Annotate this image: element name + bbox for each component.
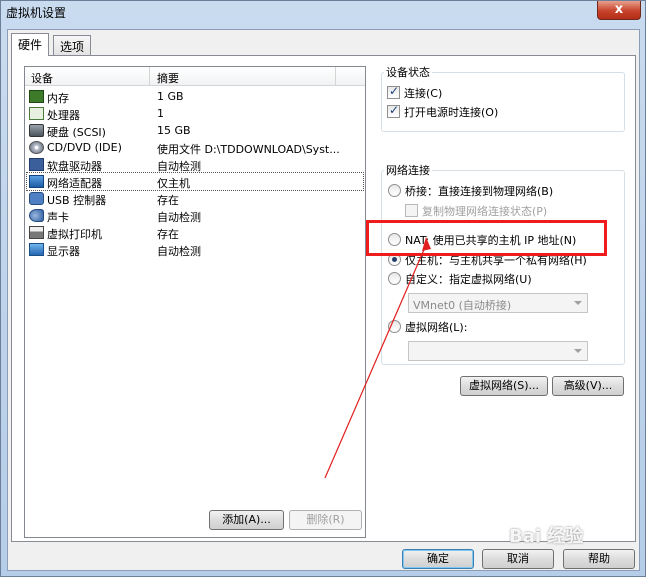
device-name: USB 控制器: [47, 194, 107, 207]
printer-icon: [29, 226, 44, 239]
custom-network-value: VMnet0 (自动桥接): [413, 299, 512, 312]
device-list-header: 设备 摘要: [25, 67, 365, 86]
column-header-device[interactable]: 设备: [31, 70, 53, 86]
device-name: 显示器: [47, 245, 80, 258]
add-device-button[interactable]: 添加(A)...: [209, 510, 284, 530]
close-icon: x: [614, 2, 624, 17]
device-summary: 自动检测: [157, 160, 201, 173]
device-summary: 1: [157, 107, 164, 120]
replicate-state-checkbox[interactable]: [405, 204, 418, 217]
network-connection-title: 网络连接: [384, 162, 432, 178]
display-icon: [29, 243, 44, 256]
dialog-body: 硬件 选项 设备 摘要 内存 1 GB 处理器 1 硬盘 (SCSI) 15 G…: [7, 29, 640, 571]
device-summary: 15 GB: [157, 124, 191, 137]
device-name: 内存: [47, 92, 69, 105]
device-row-printer[interactable]: 虚拟打印机 存在: [27, 224, 363, 241]
hard-disk-icon: [29, 124, 44, 137]
column-header-summary[interactable]: 摘要: [157, 70, 179, 86]
chevron-down-icon: [574, 349, 582, 353]
memory-icon: [29, 90, 44, 103]
device-row-cd-dvd[interactable]: CD/DVD (IDE) 使用文件 D:\TDDOWNLOAD\Syst...: [27, 139, 363, 156]
device-summary: 存在: [157, 228, 179, 241]
close-button[interactable]: x: [597, 1, 641, 20]
device-row-memory[interactable]: 内存 1 GB: [27, 88, 363, 105]
device-summary: 仅主机: [157, 177, 190, 190]
device-row-floppy[interactable]: 软盘驱动器 自动检测: [27, 156, 363, 173]
device-summary: 1 GB: [157, 90, 184, 103]
usb-icon: [29, 192, 44, 205]
connect-at-power-on-checkbox[interactable]: [387, 103, 400, 118]
device-summary: 自动检测: [157, 245, 201, 258]
device-name: 软盘驱动器: [47, 160, 102, 173]
device-list[interactable]: 设备 摘要 内存 1 GB 处理器 1 硬盘 (SCSI) 15 GB CD/D…: [24, 66, 366, 538]
connected-checkbox[interactable]: [387, 84, 400, 99]
device-name: 硬盘 (SCSI): [47, 126, 106, 139]
hardware-panel: 设备 摘要 内存 1 GB 处理器 1 硬盘 (SCSI) 15 GB CD/D…: [11, 55, 636, 542]
floppy-icon: [29, 158, 44, 171]
device-name: 处理器: [47, 109, 80, 122]
bridged-radio[interactable]: [388, 184, 401, 197]
ok-button[interactable]: 确定: [402, 549, 474, 569]
network-connection-group: 网络连接 桥接：直接连接到物理网络(B) 复制物理网络连接状态(P) NAT: …: [381, 162, 625, 365]
device-summary: 使用文件 D:\TDDOWNLOAD\Syst...: [157, 143, 340, 156]
processor-icon: [29, 107, 44, 120]
device-summary: 自动检测: [157, 211, 201, 224]
lan-segment-label[interactable]: 虚拟网络(L):: [405, 319, 467, 335]
tab-hardware[interactable]: 硬件: [11, 33, 50, 56]
device-row-processor[interactable]: 处理器 1: [27, 105, 363, 122]
custom-network-select[interactable]: VMnet0 (自动桥接): [408, 293, 588, 313]
device-name: 网络适配器: [47, 177, 102, 190]
chevron-down-icon: [574, 301, 582, 305]
lan-segment-radio[interactable]: [388, 320, 401, 333]
column-divider[interactable]: [149, 67, 150, 86]
device-name: 声卡: [47, 211, 69, 224]
device-row-hard-disk[interactable]: 硬盘 (SCSI) 15 GB: [27, 122, 363, 139]
device-row-sound-card[interactable]: 声卡 自动检测: [27, 207, 363, 224]
connected-label[interactable]: 连接(C): [404, 85, 442, 101]
lan-segment-select[interactable]: [408, 341, 588, 361]
device-row-network-adapter[interactable]: 网络适配器 仅主机: [26, 172, 364, 191]
virtual-network-button[interactable]: 虚拟网络(S)...: [460, 376, 548, 396]
device-summary: 存在: [157, 194, 179, 207]
tab-options[interactable]: 选项: [53, 35, 92, 55]
device-row-usb[interactable]: USB 控制器 存在: [27, 190, 363, 207]
device-status-title: 设备状态: [384, 64, 432, 80]
connect-at-power-on-label[interactable]: 打开电源时连接(O): [404, 104, 498, 120]
replicate-state-label[interactable]: 复制物理网络连接状态(P): [422, 203, 547, 219]
advanced-button[interactable]: 高级(V)...: [552, 376, 624, 396]
bridged-label[interactable]: 桥接：直接连接到物理网络(B): [405, 183, 553, 199]
remove-device-button[interactable]: 删除(R): [289, 510, 362, 530]
cancel-button[interactable]: 取消: [482, 549, 554, 569]
sound-card-icon: [29, 209, 44, 222]
help-button[interactable]: 帮助: [563, 549, 635, 569]
custom-label[interactable]: 自定义：指定虚拟网络(U): [405, 271, 532, 287]
cd-dvd-icon: [29, 141, 44, 154]
device-row-display[interactable]: 显示器 自动检测: [27, 241, 363, 258]
network-adapter-icon: [29, 175, 44, 188]
device-status-group: 设备状态 连接(C) 打开电源时连接(O): [381, 64, 625, 132]
window-title: 虚拟机设置: [6, 6, 67, 20]
device-name: CD/DVD (IDE): [47, 141, 122, 154]
watermark: Bai 经验: [509, 526, 584, 547]
settings-window: 虚拟机设置 x 硬件 选项 设备 摘要 内存 1 GB 处理器 1 硬盘 (SC…: [0, 0, 646, 577]
highlight-box: [366, 220, 607, 256]
column-divider[interactable]: [335, 67, 336, 86]
title-bar[interactable]: 虚拟机设置 x: [1, 1, 645, 23]
device-name: 虚拟打印机: [47, 228, 102, 241]
custom-radio[interactable]: [388, 272, 401, 285]
